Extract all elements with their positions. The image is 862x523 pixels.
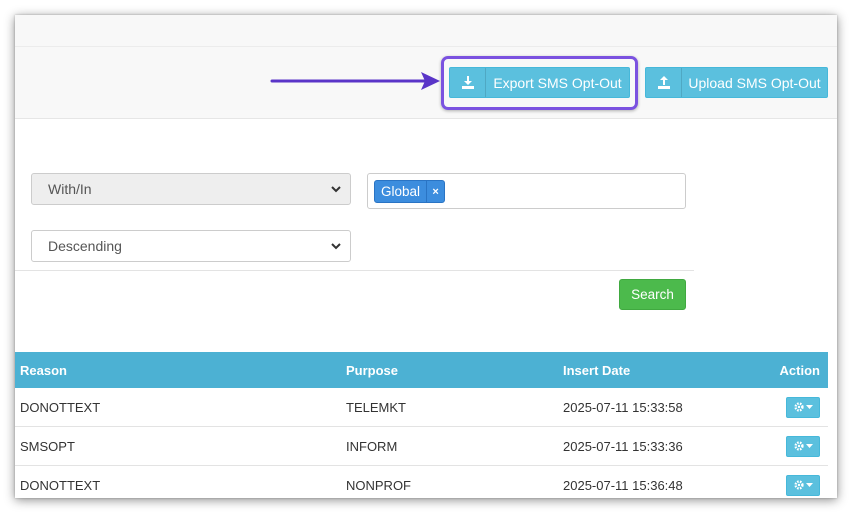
upload-icon	[646, 68, 682, 97]
search-button[interactable]: Search	[619, 279, 686, 310]
cell-insert-date: 2025-07-11 15:33:58	[563, 399, 683, 415]
sort-order-select[interactable]: Descending	[31, 230, 351, 262]
match-type-value: With/In	[48, 181, 92, 197]
row-action-button[interactable]	[786, 396, 820, 418]
tag-global: Global ×	[374, 180, 446, 203]
sort-order-value: Descending	[48, 238, 122, 254]
match-type-select[interactable]: With/In	[31, 173, 351, 205]
filter-divider	[15, 270, 694, 271]
cell-reason: DONOTTEXT	[20, 477, 101, 493]
upload-sms-opt-out-button[interactable]: Upload SMS Opt-Out	[645, 67, 828, 98]
row-action-button[interactable]	[786, 474, 820, 496]
cell-insert-date: 2025-07-11 15:33:36	[563, 438, 683, 454]
cell-purpose: NONPROF	[346, 477, 411, 493]
chevron-down-icon	[331, 243, 341, 250]
table-row: SMSOPT INFORM 2025-07-11 15:33:36	[15, 427, 828, 466]
upload-label: Upload SMS Opt-Out	[688, 74, 821, 91]
gear-icon	[793, 480, 804, 490]
tag-input[interactable]: Global ×	[367, 173, 686, 209]
header-purpose: Purpose	[346, 362, 399, 378]
table-header: Reason Purpose Insert Date Action	[15, 352, 828, 388]
caret-down-icon	[805, 404, 813, 409]
cell-action	[786, 388, 820, 426]
gear-icon	[793, 402, 804, 412]
header-action: Action	[779, 362, 820, 378]
row-action-button[interactable]	[786, 435, 820, 457]
app-window: Export SMS Opt-Out Upload SMS Opt-Out Wi…	[15, 15, 837, 498]
table-row: DONOTTEXT NONPROF 2025-07-11 15:36:48	[15, 466, 828, 498]
remove-tag-icon[interactable]: ×	[427, 181, 444, 202]
cell-action	[786, 466, 820, 498]
header-insert-date: Insert Date	[563, 362, 631, 378]
table-row: DONOTTEXT TELEMKT 2025-07-11 15:33:58	[15, 388, 828, 427]
tag-label: Global	[375, 181, 428, 202]
cell-reason: DONOTTEXT	[20, 399, 101, 415]
annotation-arrow	[270, 72, 440, 90]
cell-reason: SMSOPT	[20, 438, 75, 454]
opt-out-table: Reason Purpose Insert Date Action DONOTT…	[15, 352, 828, 498]
export-sms-opt-out-button[interactable]: Export SMS Opt-Out	[449, 67, 630, 98]
cell-insert-date: 2025-07-11 15:36:48	[563, 477, 683, 493]
gear-icon	[793, 441, 804, 451]
caret-down-icon	[805, 482, 813, 487]
export-label: Export SMS Opt-Out	[493, 74, 622, 91]
cell-action	[786, 427, 820, 465]
chevron-down-icon	[331, 186, 341, 193]
cell-purpose: TELEMKT	[346, 399, 406, 415]
caret-down-icon	[805, 443, 813, 448]
download-icon	[450, 68, 486, 97]
cell-purpose: INFORM	[346, 438, 398, 454]
top-bar	[15, 15, 837, 47]
header-reason: Reason	[20, 362, 67, 378]
